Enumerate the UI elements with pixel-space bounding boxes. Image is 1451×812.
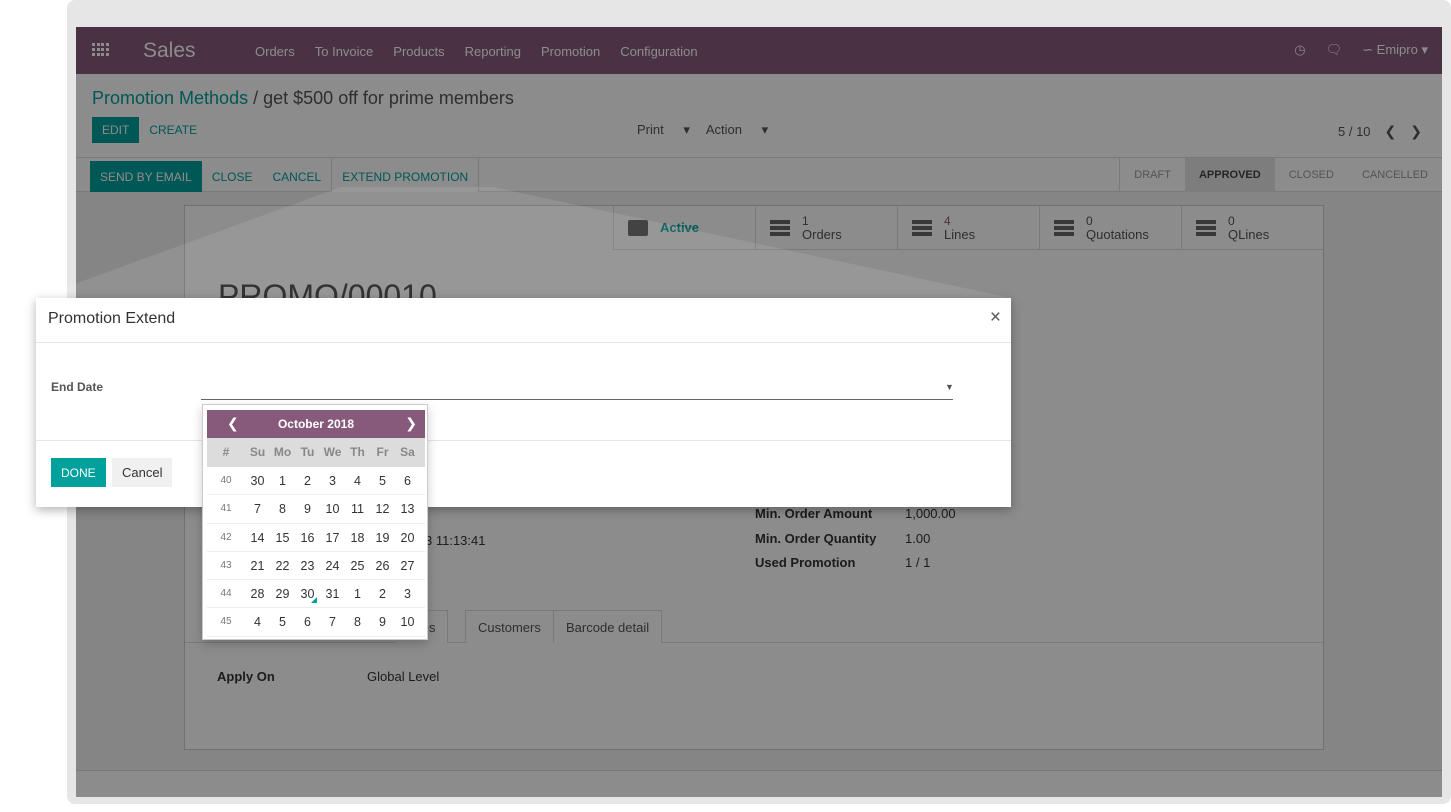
calendar-day[interactable]: 5 bbox=[370, 467, 395, 494]
dialog-header-divider bbox=[36, 342, 1011, 343]
close-icon[interactable]: × bbox=[990, 307, 1001, 329]
week-number: 43 bbox=[220, 559, 232, 571]
dialog-cancel-button[interactable]: Cancel bbox=[112, 458, 173, 487]
calendar-day[interactable]: 9 bbox=[370, 608, 395, 635]
calendar-day[interactable]: 10 bbox=[395, 608, 420, 635]
calendar-day[interactable]: 17 bbox=[320, 524, 345, 551]
calendar-day[interactable]: 22 bbox=[270, 552, 295, 579]
datepicker-popup: ❮ October 2018 ❯ # Su Mo Tu We Th Fr Sa … bbox=[202, 404, 428, 640]
datepicker-header: ❮ October 2018 ❯ bbox=[207, 410, 425, 438]
done-button[interactable]: DONE bbox=[51, 458, 106, 487]
calendar-day[interactable]: 10 bbox=[320, 495, 345, 522]
calendar-day[interactable]: 6 bbox=[295, 608, 320, 635]
end-date-input[interactable] bbox=[201, 378, 953, 400]
calendar-day[interactable]: 28 bbox=[245, 580, 270, 607]
calendar-day[interactable]: 20 bbox=[395, 524, 420, 551]
calendar-day[interactable]: 2 bbox=[295, 467, 320, 494]
weekday-header: # Su Mo Tu We Th Fr Sa bbox=[207, 438, 425, 467]
calendar-week-row: 42 14 15 16 17 18 19 20 bbox=[207, 524, 425, 552]
calendar-day[interactable]: 13 bbox=[395, 495, 420, 522]
caret-down-icon[interactable]: ▼ bbox=[945, 382, 954, 392]
calendar-day[interactable]: 11 bbox=[345, 495, 370, 522]
dialog-title: Promotion Extend bbox=[48, 310, 176, 327]
calendar-day[interactable]: 7 bbox=[320, 608, 345, 635]
calendar-day[interactable]: 30 bbox=[245, 467, 270, 494]
week-number: 40 bbox=[220, 475, 232, 486]
calendar-day[interactable]: 14 bbox=[245, 524, 270, 551]
calendar-day[interactable]: 2 bbox=[370, 580, 395, 607]
calendar-day[interactable]: 24 bbox=[320, 552, 345, 579]
calendar-day[interactable]: 19 bbox=[370, 524, 395, 551]
calendar-day[interactable]: 23 bbox=[295, 552, 320, 579]
calendar-day[interactable]: 9 bbox=[295, 495, 320, 522]
calendar-day[interactable]: 4 bbox=[345, 467, 370, 494]
weekday-label: We bbox=[323, 445, 342, 459]
calendar-week-row: 43 21 22 23 24 25 26 27 bbox=[207, 552, 425, 581]
calendar-day[interactable]: 1 bbox=[345, 580, 370, 607]
weekday-label: Sa bbox=[400, 445, 415, 459]
week-number: 44 bbox=[220, 588, 232, 600]
calendar-day[interactable]: 1 bbox=[270, 467, 295, 494]
calendar-week-row: 40 30 1 2 3 4 5 6 bbox=[207, 467, 425, 496]
weekday-label: Tu bbox=[300, 445, 315, 459]
dialog-footer-divider bbox=[36, 440, 1011, 441]
calendar-day[interactable]: 4 bbox=[245, 608, 270, 635]
calendar-day[interactable]: 5 bbox=[270, 608, 295, 635]
weekday-label: Mo bbox=[273, 445, 292, 459]
calendar-day[interactable]: 3 bbox=[395, 580, 420, 607]
calendar-day[interactable]: 29 bbox=[270, 580, 295, 607]
calendar-day[interactable]: 27 bbox=[395, 552, 420, 579]
weekday-label: Su bbox=[249, 445, 266, 459]
datepicker-days: 40 30 1 2 3 4 5 6 41 7 8 9 10 11 12 13 42 14 15 16 17 18 19 20 4… bbox=[207, 467, 425, 637]
calendar-week-row: 45 4 5 6 7 8 9 10 bbox=[207, 608, 425, 637]
calendar-day[interactable]: 8 bbox=[270, 495, 295, 522]
calendar-day[interactable]: 18 bbox=[345, 524, 370, 551]
calendar-day[interactable]: 8 bbox=[345, 608, 370, 635]
weekday-label: Th bbox=[350, 445, 365, 459]
week-number-header: # bbox=[222, 445, 230, 459]
week-number: 45 bbox=[220, 616, 232, 628]
weekday-label: Fr bbox=[376, 445, 389, 459]
calendar-day[interactable]: 6 bbox=[395, 467, 420, 494]
calendar-day[interactable]: 3 bbox=[320, 467, 345, 494]
calendar-day[interactable]: 15 bbox=[270, 524, 295, 551]
end-date-label: End Date bbox=[51, 380, 104, 394]
calendar-day[interactable]: 31 bbox=[320, 580, 345, 607]
calendar-day[interactable]: 12 bbox=[370, 495, 395, 522]
calendar-day[interactable]: 16 bbox=[295, 524, 320, 551]
datepicker-month[interactable]: October 2018 bbox=[207, 417, 425, 431]
chevron-right-icon[interactable]: ❯ bbox=[405, 415, 417, 432]
calendar-day[interactable]: 30 bbox=[295, 580, 320, 607]
calendar-day[interactable]: 7 bbox=[245, 495, 270, 522]
calendar-day[interactable]: 25 bbox=[345, 552, 370, 579]
promotion-extend-dialog: Promotion Extend × End Date ▼ DONE Cance… bbox=[36, 298, 1011, 507]
week-number: 42 bbox=[220, 531, 232, 543]
calendar-day[interactable]: 21 bbox=[245, 552, 270, 579]
calendar-day[interactable]: 26 bbox=[370, 552, 395, 579]
calendar-week-row: 44 28 29 30 31 1 2 3 bbox=[207, 580, 425, 609]
calendar-week-row: 41 7 8 9 10 11 12 13 bbox=[207, 495, 425, 524]
week-number: 41 bbox=[220, 503, 232, 515]
